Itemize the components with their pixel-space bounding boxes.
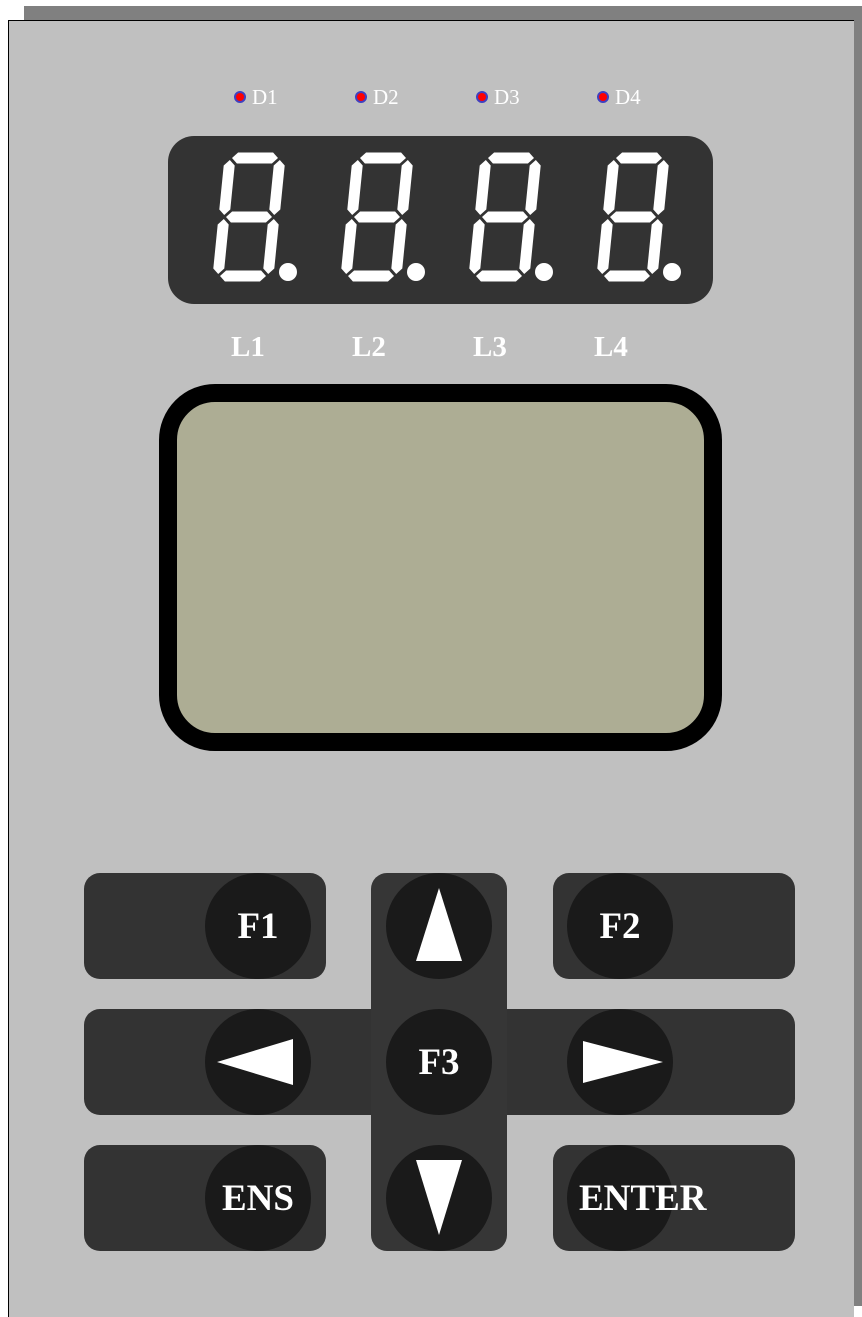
digit-2-segment-f [347, 160, 363, 215]
digit-4-segment-g [610, 211, 656, 223]
digit-4-segment-b [653, 160, 669, 215]
digit-3-decimal-point [535, 263, 553, 281]
led-d1-label: D1 [252, 84, 278, 109]
line-label-l1: L1 [231, 331, 265, 363]
digit-4-segment-a [616, 152, 662, 164]
f3-button[interactable]: F3 [386, 1009, 492, 1115]
digit-1-segment-d [220, 270, 266, 282]
digit-3-segment-f [475, 160, 491, 215]
led-indicator-d3: D3 [476, 83, 520, 111]
led-d2-label: D2 [373, 84, 399, 109]
enter-button-label: ENTER [579, 1177, 707, 1219]
led-d1-light [234, 91, 246, 103]
digit-3-segment-a [488, 152, 534, 164]
right-button[interactable] [567, 1009, 673, 1115]
line-label-l2: L2 [352, 331, 386, 363]
led-d3-light [476, 91, 488, 103]
device-panel: D1 D2 D3 D4 L1 L2 L3 L4 F1 F2 F3 ENS ENT… [8, 20, 854, 1317]
digit-2-segment-e [341, 219, 357, 274]
lcd-screen [159, 384, 722, 751]
f1-button[interactable]: F1 [205, 873, 311, 979]
down-button[interactable] [386, 1145, 492, 1251]
digit-2-segment-d [348, 270, 394, 282]
digit-1-segment-c [263, 219, 279, 274]
seven-segment-digits [213, 152, 681, 282]
digit-4-segment-e [597, 219, 613, 274]
up-button[interactable] [386, 873, 492, 979]
line-label-l4: L4 [594, 331, 628, 363]
digit-2-segment-g [354, 211, 400, 223]
left-button[interactable] [205, 1009, 311, 1115]
led-d4-light [597, 91, 609, 103]
digit-1-segment-g [226, 211, 272, 223]
f1-button-label: F1 [237, 905, 279, 947]
led-d3-label: D3 [494, 84, 520, 109]
digit-2-decimal-point [407, 263, 425, 281]
seven-segment-display [168, 136, 713, 304]
digit-4-segment-d [604, 270, 650, 282]
digit-1-decimal-point [279, 263, 297, 281]
right-arrow-icon [583, 1041, 663, 1083]
digit-1-segment-f [219, 160, 235, 215]
led-indicator-d1: D1 [234, 83, 278, 111]
down-arrow-icon [416, 1160, 462, 1235]
digit-1-segment-b [269, 160, 285, 215]
digit-1-segment-a [232, 152, 278, 164]
led-indicator-d2: D2 [355, 83, 399, 111]
digit-3-segment-d [476, 270, 522, 282]
f2-button-label: F2 [599, 905, 641, 947]
led-d2-light [355, 91, 367, 103]
f3-button-label: F3 [418, 1041, 460, 1083]
digit-3-segment-c [519, 219, 535, 274]
led-d4-label: D4 [615, 84, 641, 109]
ens-button[interactable]: ENS [205, 1145, 311, 1251]
ens-button-label: ENS [222, 1177, 294, 1219]
digit-2-segment-c [391, 219, 407, 274]
enter-button[interactable]: ENTER [567, 1145, 706, 1251]
up-arrow-icon [416, 888, 462, 961]
digit-2-segment-a [360, 152, 406, 164]
digit-4-segment-c [647, 219, 663, 274]
digit-3-segment-b [525, 160, 541, 215]
digit-2-segment-b [397, 160, 413, 215]
led-indicator-d4: D4 [597, 83, 641, 111]
digit-1-segment-e [213, 219, 229, 274]
digit-3-segment-g [482, 211, 528, 223]
digit-4-decimal-point [663, 263, 681, 281]
line-label-l3: L3 [473, 331, 507, 363]
left-arrow-icon [217, 1039, 293, 1085]
f2-button[interactable]: F2 [567, 873, 673, 979]
digit-4-segment-f [603, 160, 619, 215]
digit-3-segment-e [469, 219, 485, 274]
